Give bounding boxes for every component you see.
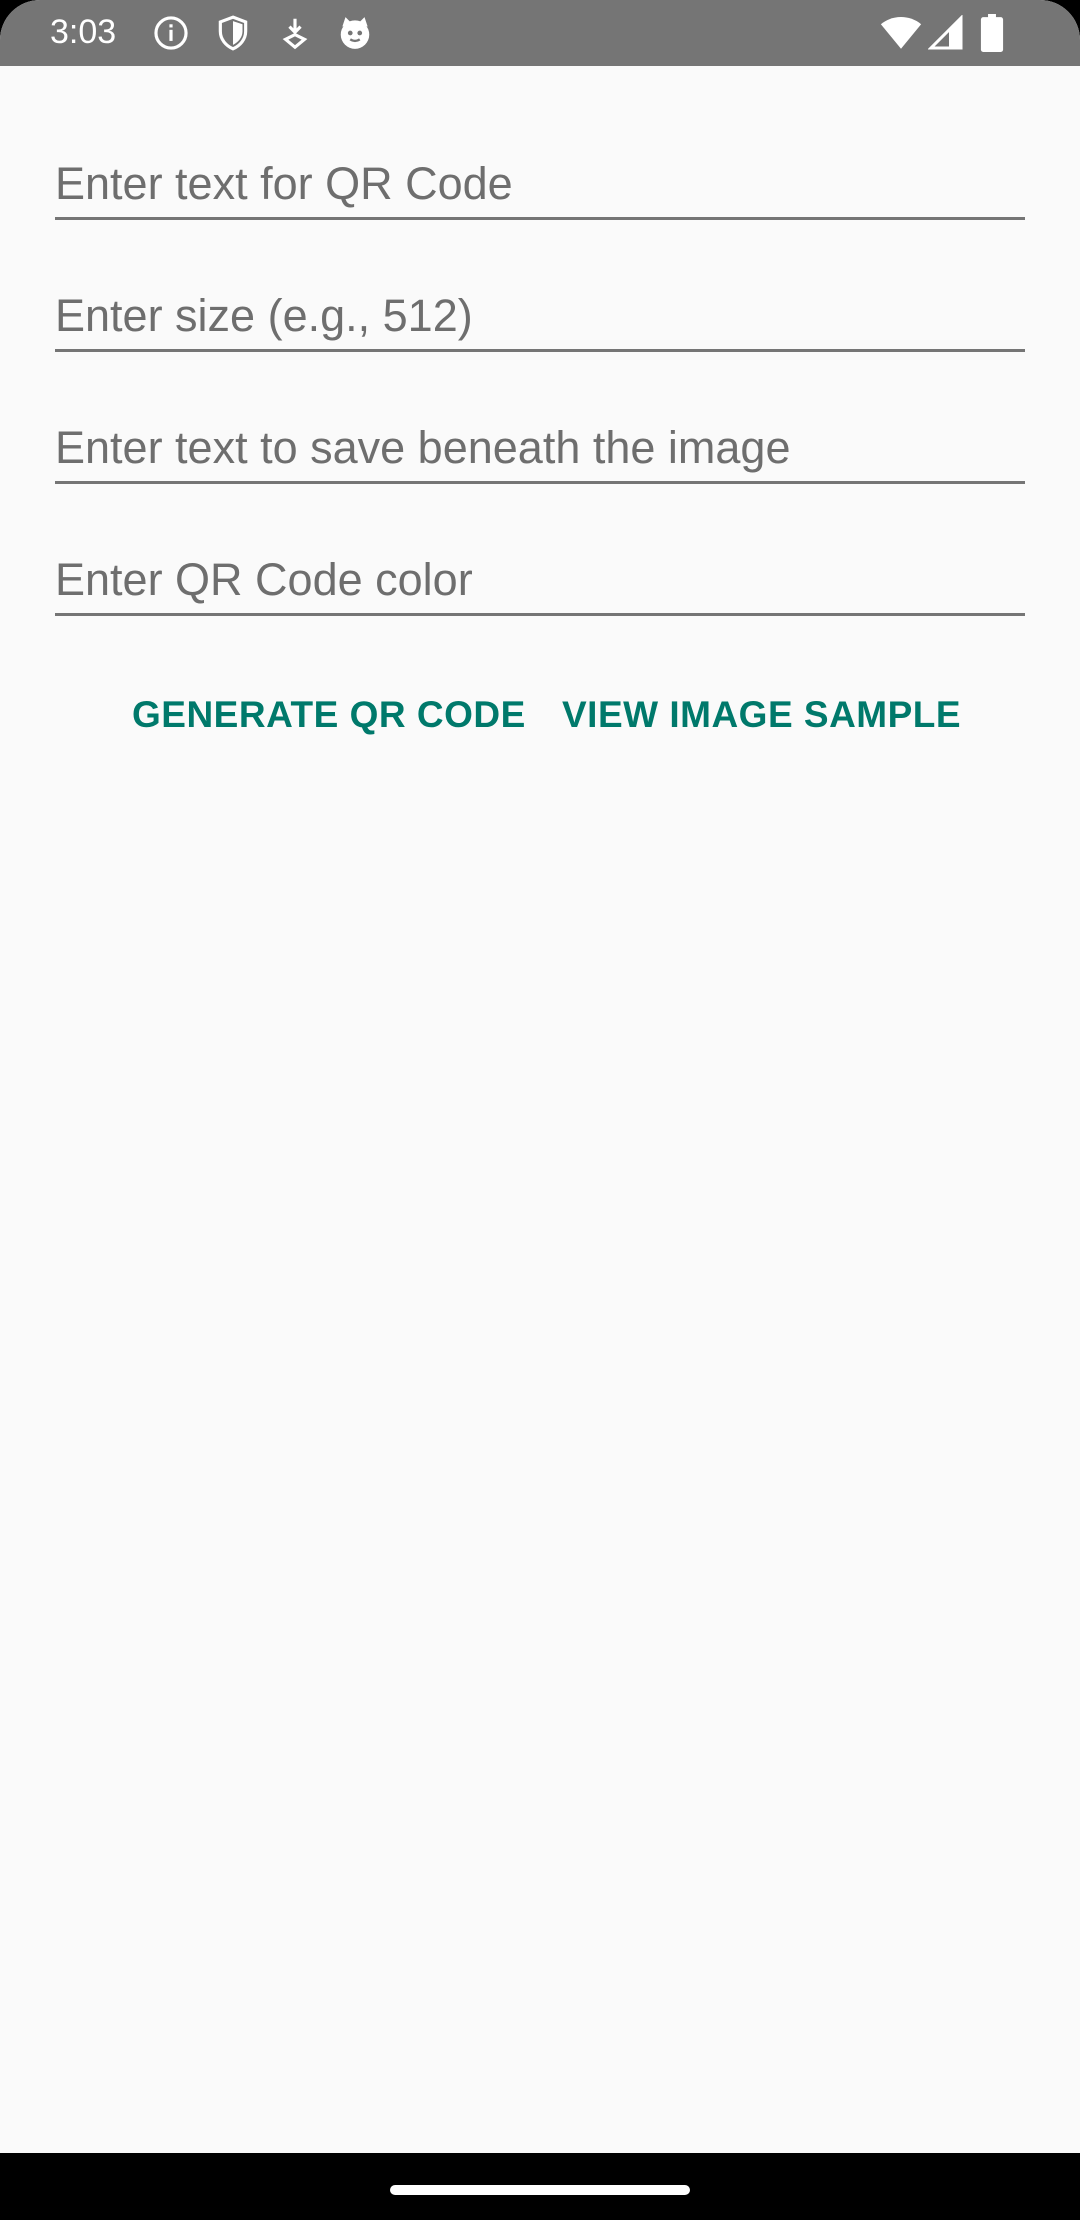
qr-text-input[interactable] xyxy=(55,150,1025,217)
shield-icon xyxy=(214,14,252,52)
caption-text-input[interactable] xyxy=(55,414,1025,481)
info-icon xyxy=(152,14,190,52)
status-bar: 3:03 xyxy=(0,0,1080,66)
caption-field xyxy=(55,414,1025,484)
app-screen: 3:03 GENERATE QR CODE VIEW xyxy=(0,0,1080,2220)
status-time: 3:03 xyxy=(50,13,117,51)
wifi-icon xyxy=(880,15,922,51)
view-image-sample-button[interactable]: VIEW IMAGE SAMPLE xyxy=(562,680,961,750)
navigation-bar xyxy=(0,2153,1080,2220)
cat-icon xyxy=(336,14,374,52)
download-icon xyxy=(276,14,314,52)
battery-icon xyxy=(980,14,1004,52)
cell-signal-icon xyxy=(928,15,964,51)
home-handle[interactable] xyxy=(390,2185,690,2195)
size-input[interactable] xyxy=(55,282,1025,349)
size-field xyxy=(55,282,1025,352)
qr-text-field xyxy=(55,150,1025,220)
qr-color-input[interactable] xyxy=(55,546,1025,613)
generate-qr-code-button[interactable]: GENERATE QR CODE xyxy=(132,680,526,750)
color-field xyxy=(55,546,1025,616)
